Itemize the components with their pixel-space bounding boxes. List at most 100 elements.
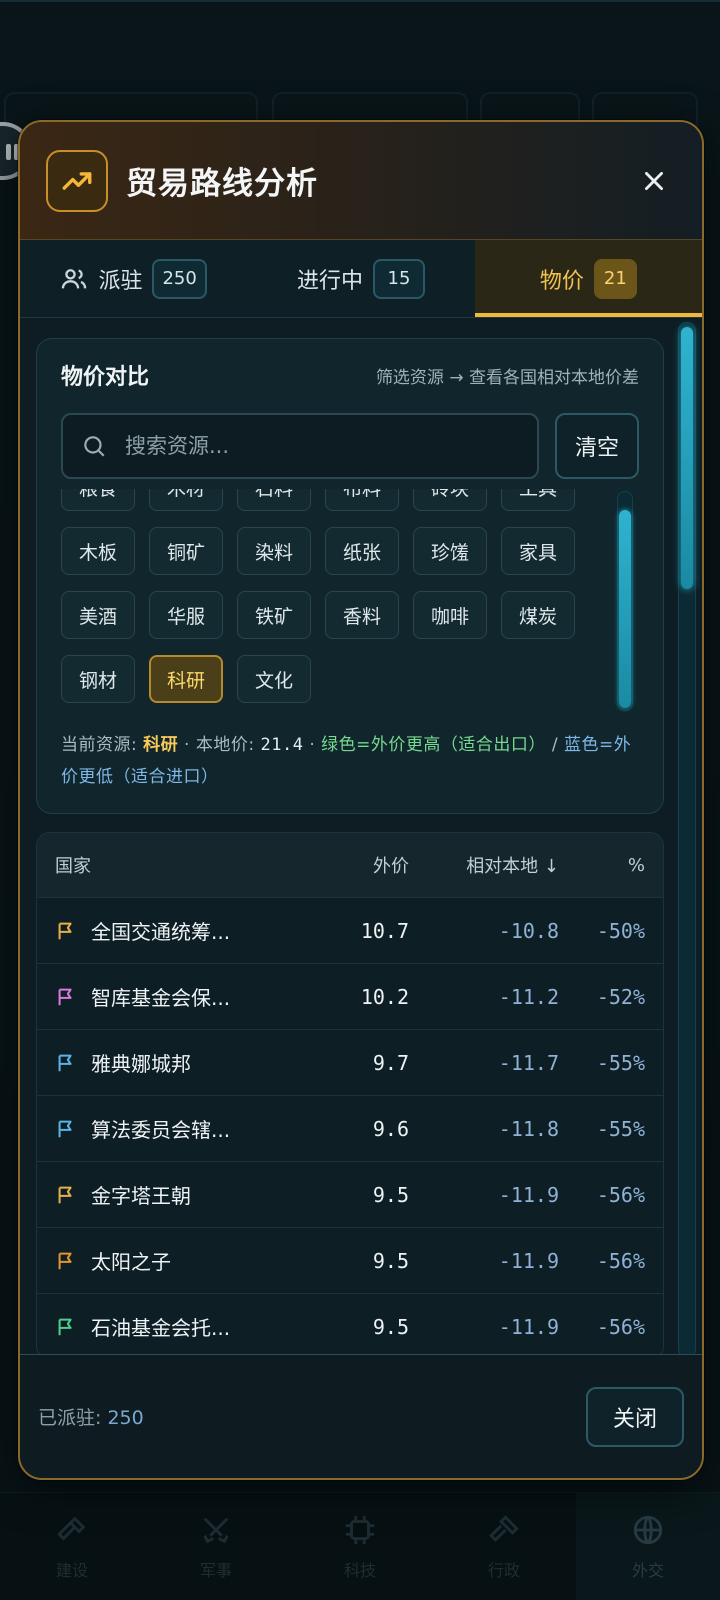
- resource-chip[interactable]: 砖块: [413, 489, 487, 511]
- percent-diff: -55%: [596, 1116, 645, 1141]
- tab-stationed[interactable]: 派驻 250: [20, 240, 247, 317]
- resource-chip-list: 粮食木材石料布料砖块工具木板铜矿染料纸张珍馐家具美酒华服铁矿香料咖啡煤炭钢材科研…: [61, 489, 639, 721]
- table-row[interactable]: 金字塔王朝 9.5 -11.9 -56%: [37, 1161, 663, 1227]
- country-name: 金字塔王朝: [91, 1184, 191, 1208]
- stationed-count: 已派驻: 250: [38, 1407, 144, 1429]
- foreign-price: 9.5: [372, 1248, 409, 1273]
- resource-chip[interactable]: 纸张: [325, 527, 399, 575]
- country-name: 算法委员会辖...: [91, 1118, 231, 1142]
- green-legend: · 绿色=外价更高（适合出口）: [309, 735, 546, 755]
- resource-chip[interactable]: 文化: [237, 655, 311, 703]
- percent-diff: -56%: [596, 1314, 645, 1339]
- country-cell: 全国交通统筹...: [55, 916, 317, 945]
- relative-diff: -11.7: [498, 1050, 559, 1075]
- resource-chip[interactable]: 香料: [325, 591, 399, 639]
- flag-icon: [58, 1120, 72, 1137]
- tab-content: 物价对比 筛选资源 → 查看各国相对本地价差 清空 粮食木材石料布料砖块工具木板…: [20, 320, 702, 1354]
- country-name: 石油基金会托...: [91, 1316, 231, 1340]
- trending-up-icon: [46, 149, 108, 212]
- country-cell: 石油基金会托...: [55, 1312, 317, 1341]
- resource-chip[interactable]: 木材: [149, 489, 223, 511]
- table-row[interactable]: 全国交通统筹... 10.7 -10.8 -50%: [37, 897, 663, 963]
- close-button[interactable]: 关闭: [586, 1386, 684, 1447]
- percent-diff: -56%: [596, 1248, 645, 1273]
- resource-chip[interactable]: 染料: [237, 527, 311, 575]
- country-name: 雅典娜城邦: [91, 1052, 191, 1076]
- resource-chip[interactable]: 美酒: [61, 591, 135, 639]
- relative-diff: -10.8: [498, 918, 559, 943]
- clear-button[interactable]: 清空: [555, 413, 639, 479]
- resource-chip[interactable]: 粮食: [61, 489, 135, 511]
- table-row[interactable]: 算法委员会辖... 9.6 -11.8 -55%: [37, 1095, 663, 1161]
- price-table: 国家 外价 相对本地 ↓ % 全国交通统筹... 10.7 -10.8 -50% 智库基…: [36, 832, 664, 1354]
- resource-chip[interactable]: 家具: [501, 527, 575, 575]
- tab-prices[interactable]: 物价 21: [474, 240, 702, 317]
- relative-diff: -11.9: [498, 1182, 559, 1207]
- relative-diff: -11.2: [498, 984, 559, 1009]
- chip-scrollbar[interactable]: [617, 491, 633, 711]
- col-price[interactable]: 外价: [317, 852, 409, 878]
- modal-header: 贸易路线分析: [20, 122, 702, 240]
- relative-diff: -11.9: [498, 1314, 559, 1339]
- country-name: 太阳之子: [91, 1250, 171, 1274]
- users-icon: [62, 268, 87, 288]
- table-row[interactable]: 智库基金会保... 10.2 -11.2 -52%: [37, 963, 663, 1029]
- card-hint: 筛选资源 → 查看各国相对本地价差: [375, 367, 639, 388]
- resource-chip[interactable]: 咖啡: [413, 591, 487, 639]
- resource-chip[interactable]: 科研: [149, 655, 223, 703]
- flag-icon: [58, 1186, 72, 1203]
- flag-icon: [58, 1252, 72, 1269]
- country-cell: 算法委员会辖...: [55, 1114, 317, 1143]
- foreign-price: 9.5: [372, 1314, 409, 1339]
- flag-icon: [58, 1054, 72, 1071]
- card-title: 物价对比: [61, 365, 150, 390]
- resource-chip[interactable]: 铁矿: [237, 591, 311, 639]
- resource-chip[interactable]: 布料: [325, 489, 399, 511]
- table-row[interactable]: 太阳之子 9.5 -11.9 -56%: [37, 1227, 663, 1293]
- foreign-price: 10.7: [360, 918, 409, 943]
- foreign-price: 10.2: [360, 984, 409, 1009]
- flag-icon: [58, 988, 72, 1005]
- tab-bar: 派驻 250 进行中 15 物价 21: [20, 240, 702, 318]
- percent-diff: -55%: [596, 1050, 645, 1075]
- table-row[interactable]: 石油基金会托... 9.5 -11.9 -56%: [37, 1293, 663, 1354]
- country-cell: 智库基金会保...: [55, 982, 317, 1011]
- local-price: 21.4: [260, 735, 304, 755]
- search-input[interactable]: [125, 434, 519, 458]
- resource-chip[interactable]: 工具: [501, 489, 575, 511]
- relative-diff: -11.9: [498, 1248, 559, 1273]
- resource-chip[interactable]: 钢材: [61, 655, 135, 703]
- search-box: [61, 413, 539, 479]
- percent-diff: -50%: [596, 918, 645, 943]
- tab-badge: 250: [152, 258, 207, 299]
- country-cell: 金字塔王朝: [55, 1180, 317, 1209]
- relative-diff: -11.8: [498, 1116, 559, 1141]
- foreign-price: 9.5: [372, 1182, 409, 1207]
- trade-route-modal: 贸易路线分析 派驻 250 进行中 15 物价 21 物价对比 筛选资源 → 查…: [18, 120, 704, 1480]
- resource-chip[interactable]: 木板: [61, 527, 135, 575]
- price-compare-card: 物价对比 筛选资源 → 查看各国相对本地价差 清空 粮食木材石料布料砖块工具木板…: [36, 338, 664, 814]
- tab-badge: 21: [593, 258, 637, 299]
- flag-icon: [58, 1318, 72, 1335]
- search-icon: [84, 436, 105, 457]
- table-row[interactable]: 雅典娜城邦 9.7 -11.7 -55%: [37, 1029, 663, 1095]
- foreign-price: 9.6: [372, 1116, 409, 1141]
- resource-chip[interactable]: 石料: [237, 489, 311, 511]
- tab-badge: 15: [373, 258, 425, 299]
- col-country[interactable]: 国家: [55, 852, 317, 878]
- resource-chip[interactable]: 珍馐: [413, 527, 487, 575]
- close-icon[interactable]: [632, 159, 676, 203]
- col-relative[interactable]: 相对本地 ↓: [409, 852, 559, 878]
- country-cell: 雅典娜城邦: [55, 1048, 317, 1077]
- tab-in-progress[interactable]: 进行中 15: [247, 240, 474, 317]
- percent-diff: -52%: [596, 984, 645, 1009]
- resource-info: 当前资源: 科研 · 本地价: 21.4 · 绿色=外价更高（适合出口） / 蓝…: [61, 735, 632, 787]
- table-header: 国家 外价 相对本地 ↓ %: [37, 833, 663, 897]
- col-percent[interactable]: %: [559, 855, 645, 876]
- resource-chip[interactable]: 铜矿: [149, 527, 223, 575]
- resource-chip[interactable]: 华服: [149, 591, 223, 639]
- resource-chip[interactable]: 煤炭: [501, 591, 575, 639]
- country-name: 智库基金会保...: [91, 986, 231, 1010]
- country-name: 全国交通统筹...: [91, 920, 231, 944]
- current-resource: 科研: [143, 735, 179, 755]
